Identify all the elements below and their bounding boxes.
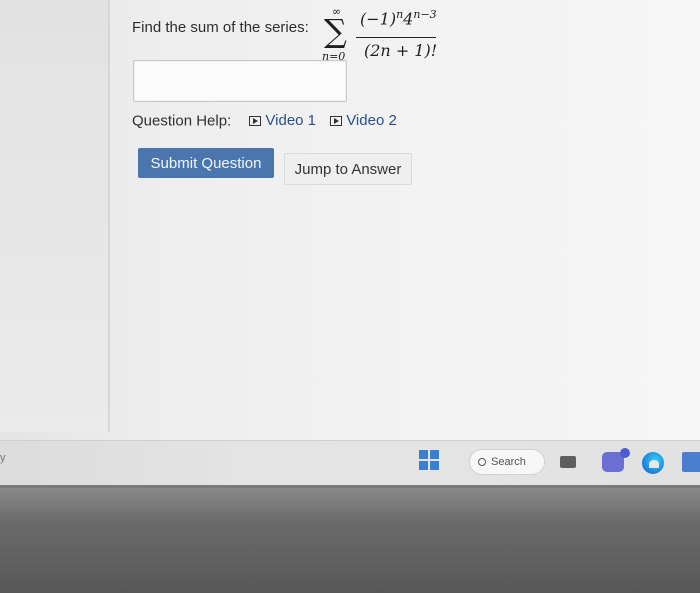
taskbar-search-label: Search	[491, 456, 526, 468]
question-help-label: Question Help:	[132, 112, 232, 130]
teams-icon[interactable]	[602, 448, 630, 472]
series-formula: ∞ ∑ n=0 (−1)n4n−3 (2n + 1)!	[320, 5, 480, 65]
video-2-label: Video 2	[346, 112, 397, 129]
taskbar-search[interactable]: Search	[469, 449, 545, 475]
taskbar-edge-text: y	[0, 452, 6, 464]
desk-surface	[0, 485, 700, 593]
jump-to-answer-button[interactable]: Jump to Answer	[284, 153, 412, 185]
windows-start-icon[interactable]	[419, 450, 439, 470]
answer-input[interactable]	[133, 60, 347, 102]
fraction-bar	[356, 37, 436, 38]
taskbar	[0, 440, 700, 486]
video-1-label: Video 1	[265, 112, 317, 129]
submit-question-button[interactable]: Submit Question	[138, 148, 274, 178]
left-window-edge	[0, 0, 110, 432]
play-icon	[330, 115, 343, 126]
video-1-link[interactable]: Video 1	[249, 112, 316, 129]
question-prompt: Find the sum of the series:	[132, 19, 309, 36]
widgets-icon[interactable]	[560, 456, 576, 468]
video-2-link[interactable]: Video 2	[330, 112, 397, 129]
summation: ∞ ∑ n=0	[320, 5, 350, 65]
question-help: Question Help: Video 1 Video 2	[132, 112, 397, 130]
edge-browser-icon[interactable]	[642, 452, 664, 474]
series-numerator: (−1)n4n−3	[360, 8, 437, 29]
store-icon[interactable]	[682, 452, 700, 472]
monitor-bottom-edge	[0, 485, 700, 488]
search-icon	[478, 458, 486, 466]
sigma-symbol: ∑	[324, 12, 347, 50]
play-icon	[249, 115, 262, 126]
series-denominator: (2n + 1)!	[364, 41, 438, 60]
